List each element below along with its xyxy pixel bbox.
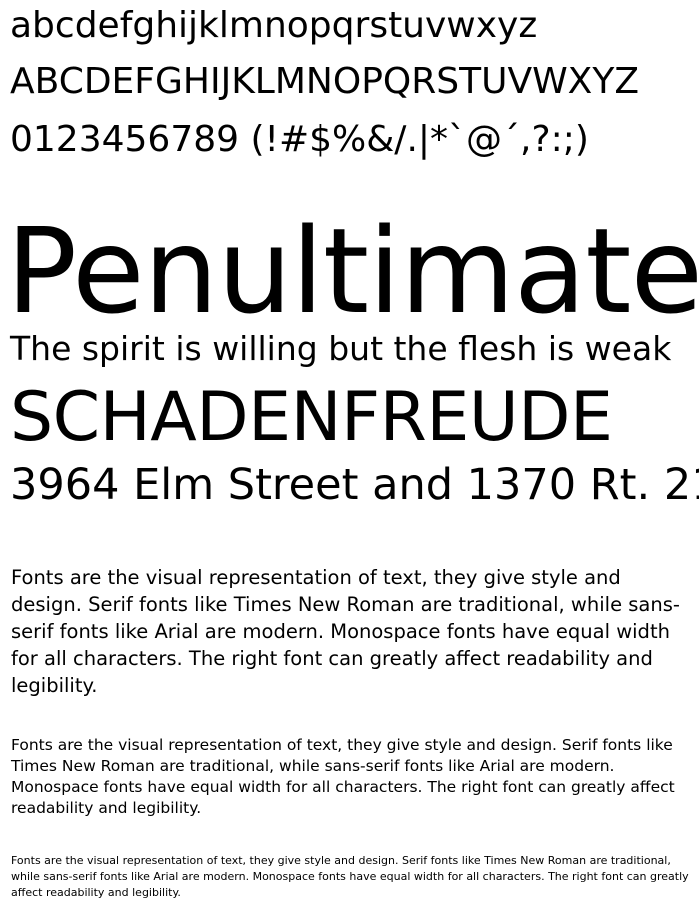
sample-address: 3964 Elm Street and 1370 Rt. 21	[10, 460, 699, 510]
paragraph-large: Fonts are the visual representation of t…	[11, 566, 680, 697]
digits-and-symbols: 0123456789 (!#$%&/.|*`@´,?:;)	[10, 119, 589, 160]
lowercase-alphabet: abcdefghijklmnopqrstuvwxyz	[10, 5, 538, 46]
display-word: Penultimate	[6, 202, 699, 340]
all-caps-word: SCHADENFREUDE	[10, 378, 613, 457]
font-specimen-page: abcdefghijklmnopqrstuvwxyz ABCDEFGHIJKLM…	[0, 0, 699, 909]
uppercase-alphabet: ABCDEFGHIJKLMNOPQRSTUVWXYZ	[10, 61, 639, 102]
sample-sentence: The spirit is willing but the flesh is w…	[10, 329, 672, 368]
paragraph-medium: Fonts are the visual representation of t…	[11, 736, 675, 817]
paragraph-small: Fonts are the visual representation of t…	[11, 854, 689, 899]
